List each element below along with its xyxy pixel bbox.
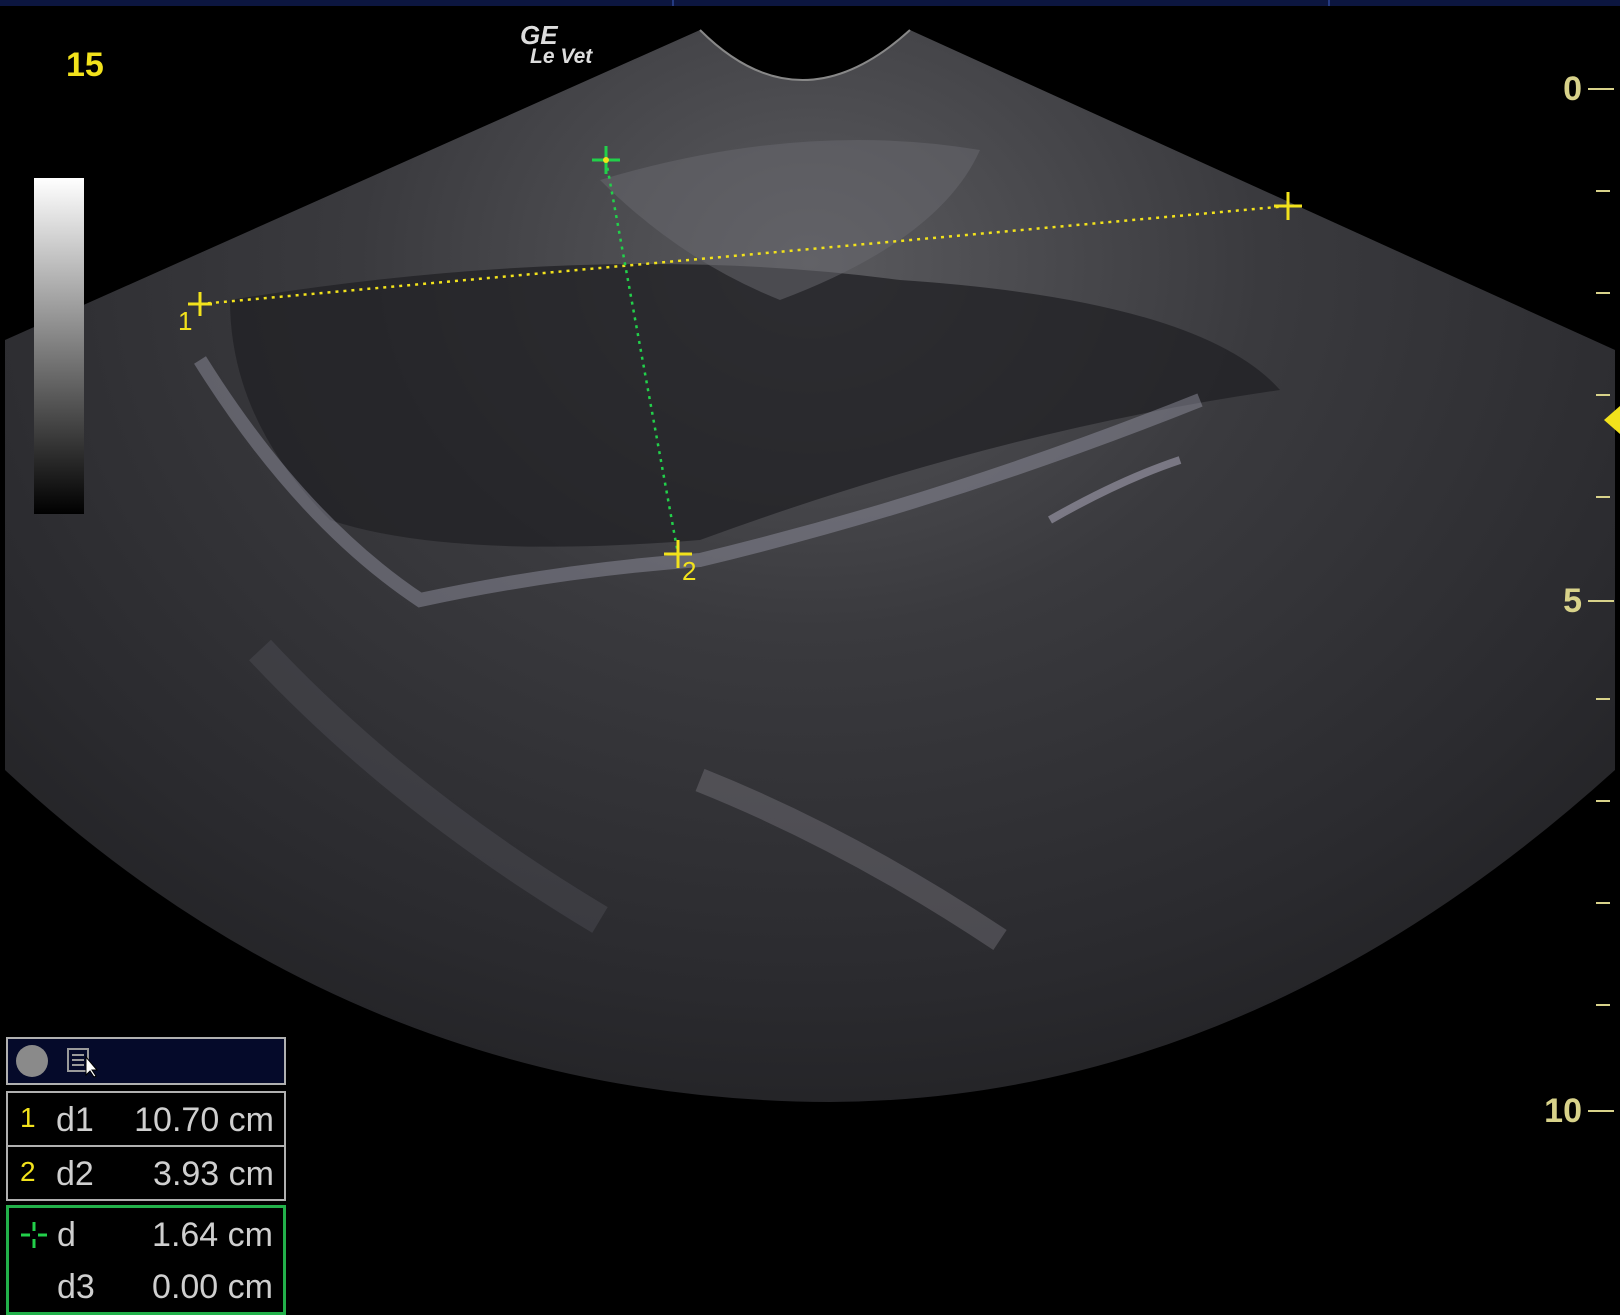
active-caliper-icon bbox=[21, 1222, 47, 1248]
depth-tick bbox=[1596, 1004, 1610, 1006]
record-icon[interactable] bbox=[16, 1045, 48, 1077]
measurement-panel-header bbox=[6, 1037, 286, 1085]
d2-marker-label: 2 bbox=[682, 556, 696, 586]
focus-marker[interactable] bbox=[1604, 406, 1620, 434]
depth-tick bbox=[1596, 800, 1610, 802]
measurement-value: 0.00 cm bbox=[152, 1268, 273, 1306]
measurement-panel: 1 d1 10.70 cm 2 d2 3.93 cm d 1.64 cm d3 … bbox=[6, 1037, 286, 1315]
logo-line2: Le Vet bbox=[530, 45, 593, 68]
measurement-value: 1.64 cm bbox=[152, 1216, 273, 1254]
active-measurement-box[interactable]: d 1.64 cm d3 0.00 cm bbox=[6, 1205, 286, 1315]
depth-label-0: 0 bbox=[1563, 70, 1582, 108]
measurement-label: d2 bbox=[56, 1155, 94, 1193]
measurement-row-d2[interactable]: 2 d2 3.93 cm bbox=[6, 1147, 286, 1201]
active-measurement-row-d3[interactable]: d3 0.00 cm bbox=[9, 1260, 283, 1312]
d1-marker-label: 1 bbox=[178, 306, 192, 336]
measurement-label: d bbox=[57, 1216, 76, 1254]
depth-tick-major bbox=[1588, 600, 1614, 602]
depth-tick-major bbox=[1588, 1110, 1614, 1112]
logo-line1: GE bbox=[520, 20, 558, 50]
depth-label-10: 10 bbox=[1544, 1092, 1582, 1130]
measurement-label: d3 bbox=[57, 1268, 95, 1306]
depth-tick bbox=[1596, 394, 1610, 396]
calculator-cursor-icon[interactable] bbox=[64, 1043, 102, 1079]
measurement-index: 1 bbox=[20, 1102, 36, 1133]
measurement-value: 10.70 cm bbox=[134, 1101, 274, 1139]
vendor-logo: GE Le Vet bbox=[520, 20, 593, 68]
active-measurement-row-d[interactable]: d 1.64 cm bbox=[9, 1208, 283, 1260]
depth-tick bbox=[1596, 292, 1610, 294]
depth-tick-major bbox=[1588, 88, 1614, 90]
measurement-value: 3.93 cm bbox=[153, 1155, 274, 1193]
measurement-index: 2 bbox=[20, 1156, 36, 1187]
depth-tick bbox=[1596, 190, 1610, 192]
depth-tick bbox=[1596, 698, 1610, 700]
depth-tick bbox=[1596, 902, 1610, 904]
grayscale-bar bbox=[34, 178, 84, 514]
frame-number: 15 bbox=[66, 46, 104, 84]
depth-label-5: 5 bbox=[1563, 582, 1582, 620]
measurement-row-d1[interactable]: 1 d1 10.70 cm bbox=[6, 1091, 286, 1147]
depth-tick bbox=[1596, 496, 1610, 498]
measurement-label: d1 bbox=[56, 1101, 94, 1139]
